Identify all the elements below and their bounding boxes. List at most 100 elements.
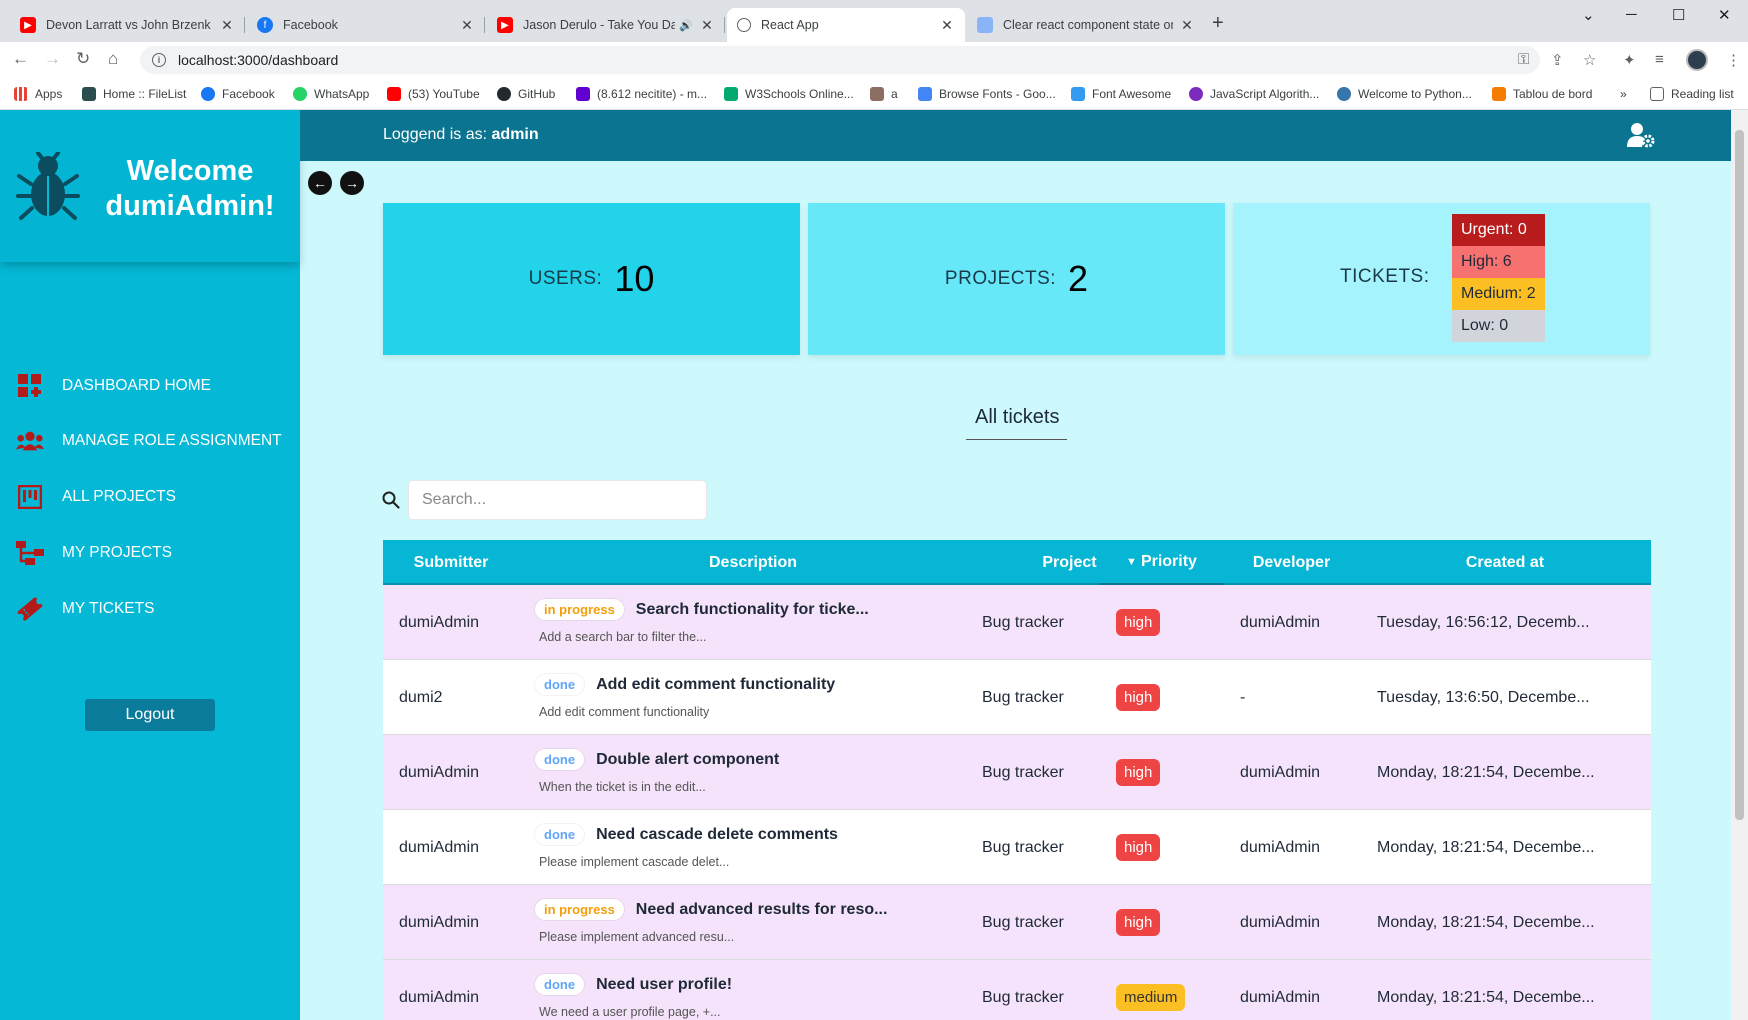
close-tab-icon[interactable]: ✕	[1179, 17, 1195, 34]
description-title: done Double alert component	[535, 749, 779, 770]
arrow-left-icon[interactable]: ←	[308, 171, 332, 195]
reload-icon[interactable]: ↻	[76, 49, 90, 69]
back-icon[interactable]: ←	[12, 49, 29, 69]
table-row[interactable]: dumiAdmin done Need user profile! We nee…	[383, 960, 1651, 1020]
media-icon[interactable]: ≡	[1655, 51, 1664, 68]
table-row[interactable]: dumiAdmin in progress Need advanced resu…	[383, 885, 1651, 960]
column-header-submitter[interactable]: Submitter	[383, 540, 519, 585]
nav-manage-role-assignment[interactable]: MANAGE ROLE ASSIGNMENT	[16, 428, 282, 454]
bookmark[interactable]: a	[870, 85, 898, 103]
nav-my-projects[interactable]: MY PROJECTS	[16, 540, 172, 566]
nav-my-tickets[interactable]: MY TICKETS	[16, 596, 154, 622]
close-tab-icon[interactable]: ✕	[699, 17, 715, 34]
nav-all-projects[interactable]: ALL PROJECTS	[16, 484, 176, 510]
column-header-developer[interactable]: Developer	[1224, 540, 1359, 585]
bookmark[interactable]: WhatsApp	[293, 85, 369, 103]
table-row[interactable]: dumiAdmin done Double alert component Wh…	[383, 735, 1651, 810]
more-bookmarks-icon[interactable]: »	[1620, 85, 1627, 103]
scrollbar-thumb[interactable]	[1735, 130, 1744, 820]
arrow-right-icon[interactable]: →	[340, 171, 364, 195]
status-badge: done	[535, 824, 585, 845]
ticket-description: We need a user profile page, +...	[539, 1005, 721, 1019]
close-window-icon[interactable]: ✕	[1718, 6, 1731, 24]
extensions-icon[interactable]: ✦	[1623, 51, 1636, 69]
forward-icon[interactable]: →	[44, 49, 61, 69]
app-page: Welcome dumiAdmin! DASHBOARD HOME MANAGE…	[0, 110, 1748, 1020]
projects-label: PROJECTS:	[944, 268, 1057, 289]
bookmark[interactable]: (8.612 necitite) - m...	[576, 85, 707, 103]
nav-dashboard-home[interactable]: DASHBOARD HOME	[16, 373, 211, 399]
bookmark-label: Facebook	[222, 87, 275, 101]
site-info-icon[interactable]: i	[152, 53, 166, 67]
submitter-cell: dumiAdmin	[399, 913, 480, 931]
tab-title: Facebook	[283, 18, 338, 32]
browser-tab[interactable]: ▶ Devon Larratt vs John Brzenk EXC ✕	[10, 8, 245, 42]
column-header-description[interactable]: Description	[519, 540, 987, 585]
priority-badge: high	[1116, 684, 1161, 711]
browser-tab[interactable]: Clear react component state on ✕	[967, 8, 1205, 42]
new-tab-icon[interactable]: +	[1212, 12, 1224, 35]
table-row[interactable]: dumiAdmin done Need cascade delete comme…	[383, 810, 1651, 885]
status-badge: done	[535, 974, 585, 995]
minimize-icon[interactable]: ─	[1626, 6, 1637, 23]
nav-label: MY PROJECTS	[62, 544, 172, 561]
tickets-stat-card: TICKETS: Urgent: 0 High: 6 Medium: 2 Low…	[1233, 203, 1650, 355]
url-field[interactable]: i localhost:3000/dashboard	[140, 46, 1540, 74]
tab-title: Jason Derulo - Take You Dan	[523, 18, 676, 32]
user-role: admin	[491, 126, 539, 143]
logged-in-status: Loggend is as: admin	[383, 126, 539, 144]
bookmark-apps[interactable]: Apps	[14, 85, 62, 103]
menu-icon[interactable]: ⋮	[1726, 51, 1741, 69]
bookmark[interactable]: W3Schools Online...	[724, 85, 854, 103]
home-icon[interactable]: ⌂	[108, 49, 118, 69]
bookmark[interactable]: JavaScript Algorith...	[1189, 85, 1319, 103]
description-title: done Add edit comment functionality	[535, 674, 835, 695]
speaker-icon[interactable]: 🔊	[679, 19, 693, 32]
close-tab-icon[interactable]: ✕	[939, 17, 955, 34]
column-header-created-at[interactable]: Created at	[1359, 540, 1651, 585]
heading-underline	[966, 439, 1067, 440]
bookmark[interactable]: Font Awesome	[1071, 85, 1171, 103]
browser-tab[interactable]: f Facebook ✕	[247, 8, 485, 42]
browser-tab[interactable]: ▶ Jason Derulo - Take You Dan 🔊 ✕	[487, 8, 725, 42]
logout-button[interactable]: Logout	[85, 699, 215, 731]
bookmark[interactable]: Tablou de bord	[1492, 85, 1592, 103]
bookmark[interactable]: Facebook	[201, 85, 275, 103]
bookmark[interactable]: (53) YouTube	[387, 85, 480, 103]
profile-avatar[interactable]	[1686, 49, 1708, 71]
search-input[interactable]	[408, 480, 707, 520]
priority-cell: high	[1116, 660, 1161, 735]
column-header-priority[interactable]: ▼ Priority	[1099, 540, 1224, 585]
key-icon[interactable]: ⚿	[1518, 51, 1529, 68]
priority-badge: medium	[1116, 984, 1186, 1011]
bookmark[interactable]: GitHub	[497, 85, 555, 103]
close-tab-icon[interactable]: ✕	[219, 17, 235, 34]
ticket-title: Need user profile!	[596, 975, 733, 993]
share-icon[interactable]: ⇪	[1551, 51, 1564, 69]
bookmark[interactable]: Browse Fonts - Goo...	[918, 85, 1056, 103]
bookmark-label: GitHub	[518, 87, 556, 101]
urgent-count: Urgent: 0	[1452, 214, 1545, 246]
close-tab-icon[interactable]: ✕	[459, 17, 475, 34]
tab-search-icon[interactable]: ⌄	[1582, 6, 1595, 24]
tab-title: Devon Larratt vs John Brzenk EXC	[46, 18, 213, 32]
mail-icon	[576, 87, 590, 101]
ticket-title: Search functionality for ticke...	[635, 600, 869, 618]
browser-tab-active[interactable]: React App ✕	[727, 8, 965, 42]
maximize-icon[interactable]: ☐	[1672, 6, 1685, 24]
star-icon[interactable]: ☆	[1583, 51, 1596, 69]
page-icon	[977, 17, 993, 33]
user-settings-icon[interactable]	[1627, 122, 1655, 148]
apps-icon	[14, 87, 28, 101]
bookmark[interactable]: Home :: FileList	[82, 85, 186, 103]
youtube-icon: ▶	[20, 17, 36, 33]
page-scrollbar[interactable]	[1731, 110, 1748, 1020]
reading-list[interactable]: Reading list	[1650, 85, 1734, 103]
table-row[interactable]: dumi2 done Add edit comment functionalit…	[383, 660, 1651, 735]
youtube-icon: ▶	[497, 17, 513, 33]
nav-label: DASHBOARD HOME	[62, 377, 211, 394]
dashboard-add-icon	[16, 373, 44, 399]
bookmark[interactable]: Welcome to Python...	[1337, 85, 1472, 103]
table-row[interactable]: dumiAdmin in progress Search functionali…	[383, 585, 1651, 660]
castle-icon	[870, 87, 884, 101]
